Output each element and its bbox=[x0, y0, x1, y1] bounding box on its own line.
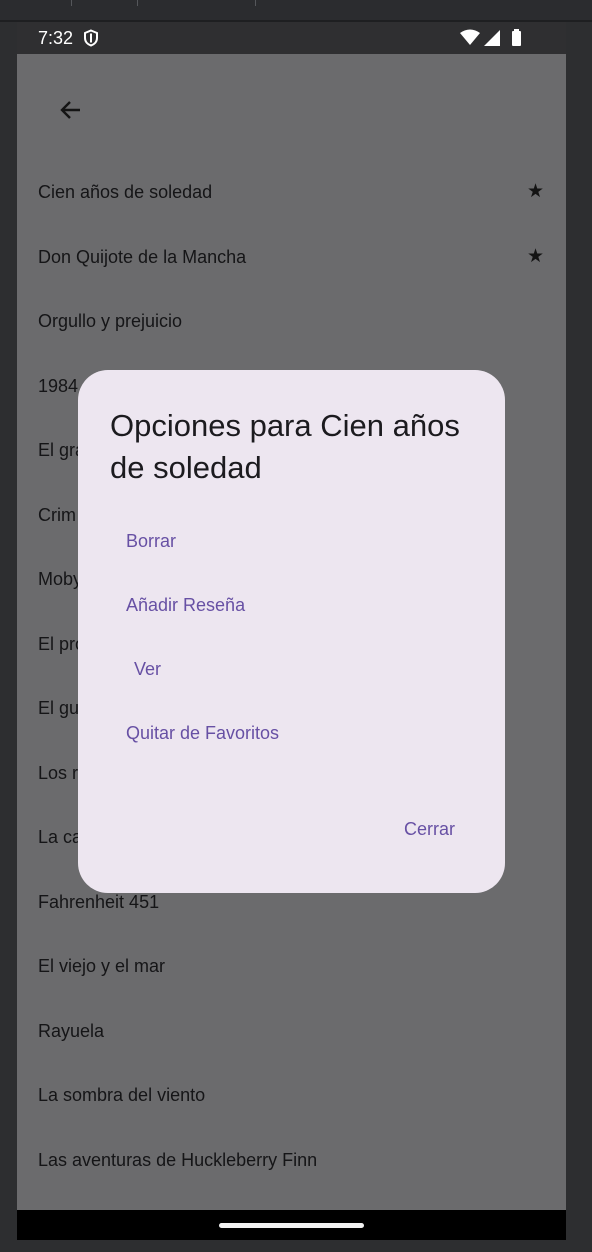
view-button[interactable]: Ver bbox=[134, 659, 161, 680]
book-row[interactable]: Cien años de soledad ★ bbox=[17, 160, 566, 224]
book-title: La ca bbox=[38, 827, 83, 847]
book-title: Los r bbox=[38, 762, 79, 783]
book-row[interactable]: Las aventuras de Huckleberry Finn bbox=[17, 1128, 566, 1192]
dialog-title: Opciones para Cien años de soledad bbox=[110, 408, 460, 485]
home-handle[interactable] bbox=[219, 1223, 364, 1228]
book-row[interactable]: Rayuela bbox=[17, 999, 566, 1063]
book-title: Fahrenheit 451 bbox=[38, 891, 160, 912]
star-icon[interactable]: ★ bbox=[527, 245, 544, 268]
strip-divider bbox=[255, 0, 256, 6]
book-row[interactable]: Don Quijote de la Mancha ★ bbox=[17, 225, 566, 289]
book-row[interactable]: Orgullo y prejuicio bbox=[17, 289, 566, 353]
wifi-icon bbox=[460, 29, 480, 45]
book-title: El viejo y el mar bbox=[38, 956, 166, 976]
book-title: Cien años de soledad bbox=[38, 182, 213, 202]
navigation-bar bbox=[17, 1210, 566, 1240]
status-bar: 7:32 bbox=[17, 22, 566, 54]
arrow-back-icon[interactable] bbox=[55, 94, 87, 126]
book-title: Moby bbox=[38, 569, 83, 589]
window-bottom-strip bbox=[0, 1240, 592, 1252]
book-title: Crim bbox=[38, 504, 76, 525]
status-icons bbox=[460, 29, 521, 46]
book-row[interactable]: El viejo y el mar bbox=[17, 934, 566, 998]
book-title: La sombra del viento bbox=[38, 1085, 206, 1105]
strip-divider bbox=[137, 0, 138, 6]
window-top-strip bbox=[0, 0, 592, 20]
book-row[interactable]: La sombra del viento bbox=[17, 1063, 566, 1127]
shield-icon bbox=[84, 29, 98, 47]
book-title: Don Quijote de la Mancha bbox=[38, 246, 247, 267]
book-title: Rayuela bbox=[38, 1020, 105, 1041]
options-dialog: Opciones para Cien años de soledad Borra… bbox=[78, 370, 505, 893]
strip-divider bbox=[71, 0, 72, 6]
star-icon[interactable]: ★ bbox=[527, 180, 544, 203]
book-title: El gu bbox=[38, 698, 80, 718]
close-button[interactable]: Cerrar bbox=[404, 819, 455, 840]
status-time: 7:32 bbox=[38, 28, 74, 48]
book-title: Las aventuras de Huckleberry Finn bbox=[38, 1149, 318, 1170]
remove-favorite-button[interactable]: Quitar de Favoritos bbox=[126, 723, 279, 744]
signal-icon bbox=[484, 30, 500, 46]
delete-button[interactable]: Borrar bbox=[126, 531, 176, 552]
battery-icon bbox=[512, 31, 521, 46]
add-review-button[interactable]: Añadir Reseña bbox=[126, 595, 245, 616]
book-title: Orgullo y prejuicio bbox=[38, 311, 183, 331]
book-title: 1984 bbox=[38, 375, 79, 396]
